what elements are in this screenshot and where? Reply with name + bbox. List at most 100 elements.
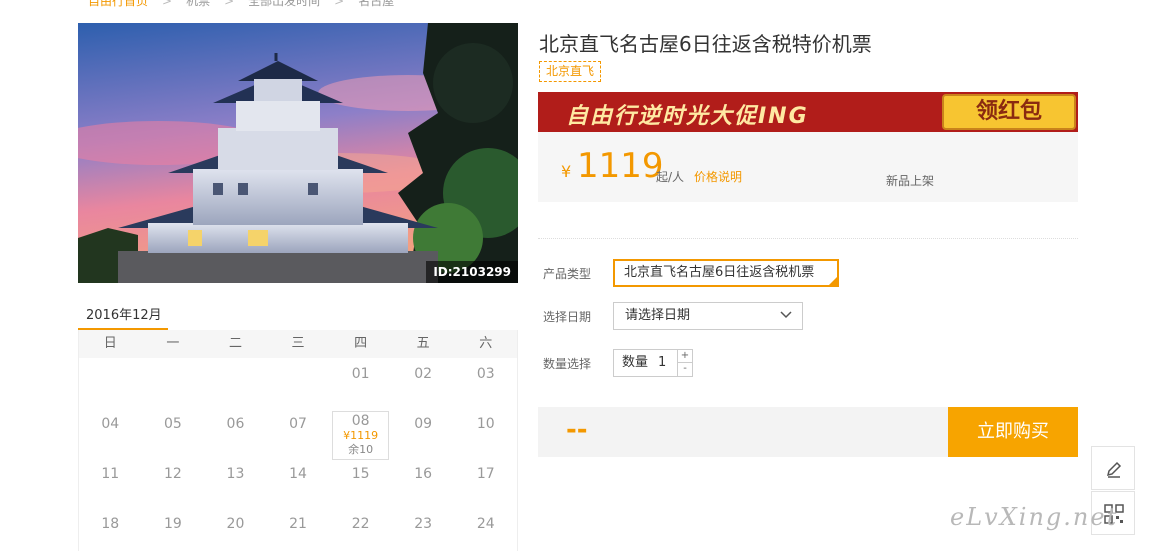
breadcrumb: 自由行首页 > 机票 > 全部出发时间 > 名古屋	[88, 0, 394, 9]
date-label: 选择日期	[543, 310, 592, 324]
calendar-day	[267, 358, 330, 408]
quantity-value[interactable]: 1	[658, 350, 666, 376]
promo-banner[interactable]: 自由行逆时光大促ING 领红包	[538, 92, 1078, 132]
price-amount: 1119	[577, 146, 664, 186]
promo-banner-text: 自由行逆时光大促ING	[566, 104, 809, 129]
breadcrumb-flight-link[interactable]: 机票	[186, 0, 210, 8]
calendar-day: 02	[392, 358, 455, 408]
day-number: 05	[163, 416, 182, 432]
weekday-label: 日	[103, 336, 117, 351]
weekday-label: 一	[166, 336, 180, 351]
calendar-day: 07	[267, 408, 330, 458]
calendar-day: 06	[204, 408, 267, 458]
quantity-stepper: 数量 1 + -	[613, 349, 693, 377]
calendar-day: 20	[204, 508, 267, 551]
day-number: 19	[163, 516, 182, 532]
price-unit: 起/人	[656, 170, 685, 184]
day-number: 16	[414, 466, 433, 482]
calendar-day: 12	[142, 458, 205, 508]
calendar-day: 09	[392, 408, 455, 458]
breadcrumb-separator: >	[224, 0, 235, 8]
selected-corner-icon	[829, 277, 837, 285]
weekday-label: 三	[291, 336, 305, 351]
day-number: 15	[351, 466, 370, 482]
calendar: 日 一 二 三 四 五 六 01 02 03 04 05 06 07 08 ¥1…	[78, 330, 518, 551]
product-type-value: 北京直飞名古屋6日往返含税机票	[624, 265, 815, 280]
day-number: 20	[226, 516, 245, 532]
day-number: 14	[289, 466, 307, 482]
day-number: 04	[101, 416, 120, 432]
quantity-prefix: 数量	[622, 355, 649, 370]
dotted-divider	[538, 238, 1078, 239]
price-currency: ¥	[561, 162, 572, 181]
calendar-week: 04 05 06 07 08 ¥1119 余10 09 10	[79, 408, 517, 460]
calendar-day: 16	[392, 458, 455, 508]
calendar-day: 15	[329, 458, 392, 508]
calendar-day: 13	[204, 458, 267, 508]
day-number: 07	[289, 416, 307, 432]
calendar-day	[79, 358, 142, 408]
date-select[interactable]: 请选择日期	[613, 302, 803, 330]
calendar-weekday-header: 日 一 二 三 四 五 六	[79, 330, 517, 358]
calendar-day: 21	[267, 508, 330, 551]
buy-bar: -- 立即购买	[538, 407, 1078, 457]
weekday-label: 四	[354, 336, 368, 351]
day-number: 11	[101, 466, 120, 482]
calendar-day: 05	[142, 408, 205, 458]
price-box: ¥ 1119 起/人 价格说明 新品上架	[538, 132, 1078, 202]
product-tag: 北京直飞	[539, 61, 602, 82]
product-type-option-selected[interactable]: 北京直飞名古屋6日往返含税机票	[613, 259, 839, 287]
price-explain-link[interactable]: 价格说明	[694, 168, 742, 185]
product-type-label: 产品类型	[543, 267, 592, 281]
calendar-day-available[interactable]: 08 ¥1119 余10	[329, 408, 392, 460]
breadcrumb-separator: >	[334, 0, 345, 8]
calendar-day	[142, 358, 205, 408]
new-product-badge: 新品上架	[886, 174, 935, 188]
day-number: 01	[351, 366, 370, 382]
quantity-label: 数量选择	[543, 357, 592, 371]
feedback-tool-button[interactable]	[1091, 446, 1135, 490]
day-number: 22	[351, 516, 370, 532]
day-number: 23	[414, 516, 433, 532]
day-number: 18	[101, 516, 120, 532]
weekday-label: 五	[416, 336, 430, 351]
calendar-day: 03	[454, 358, 517, 408]
quantity-decrement-button[interactable]: -	[677, 363, 692, 376]
date-select-placeholder: 请选择日期	[625, 308, 691, 323]
day-number: 17	[476, 466, 495, 482]
calendar-week: 11 12 13 14 15 16 17	[79, 458, 517, 508]
product-photo: ID:2103299	[78, 23, 518, 283]
day-number: 02	[414, 366, 433, 382]
day-stock: 余10	[348, 443, 374, 456]
pencil-icon	[1106, 461, 1122, 478]
day-number: 21	[289, 516, 307, 532]
calendar-day: 10	[454, 408, 517, 458]
calendar-day	[204, 358, 267, 408]
day-number: 06	[226, 416, 245, 432]
product-title: 北京直飞名古屋6日往返含税特价机票	[539, 32, 872, 56]
calendar-day: 24	[454, 508, 517, 551]
day-number: 09	[414, 416, 433, 432]
total-price: --	[566, 415, 588, 445]
breadcrumb-home-link[interactable]: 自由行首页	[88, 0, 148, 8]
weekday-label: 六	[479, 336, 493, 351]
day-number: 10	[476, 416, 495, 432]
calendar-day: 14	[267, 458, 330, 508]
calendar-day: 11	[79, 458, 142, 508]
breadcrumb-time-link[interactable]: 全部出发时间	[248, 0, 320, 8]
quantity-increment-button[interactable]: +	[677, 350, 692, 363]
image-id-badge: ID:2103299	[426, 261, 518, 283]
day-number: 24	[476, 516, 495, 532]
red-packet-button[interactable]: 领红包	[942, 94, 1076, 130]
watermark: eLvXing.net	[950, 503, 1119, 531]
buy-now-button[interactable]: 立即购买	[948, 407, 1078, 457]
calendar-month-tab[interactable]: 2016年12月	[78, 298, 168, 331]
calendar-day: 01	[329, 358, 392, 408]
calendar-day: 17	[454, 458, 517, 508]
calendar-week: 01 02 03	[79, 358, 517, 408]
calendar-day: 18	[79, 508, 142, 551]
calendar-week: 18 19 20 21 22 23 24	[79, 508, 517, 551]
breadcrumb-separator: >	[162, 0, 173, 8]
castle-illustration	[78, 23, 518, 283]
calendar-day: 22	[329, 508, 392, 551]
